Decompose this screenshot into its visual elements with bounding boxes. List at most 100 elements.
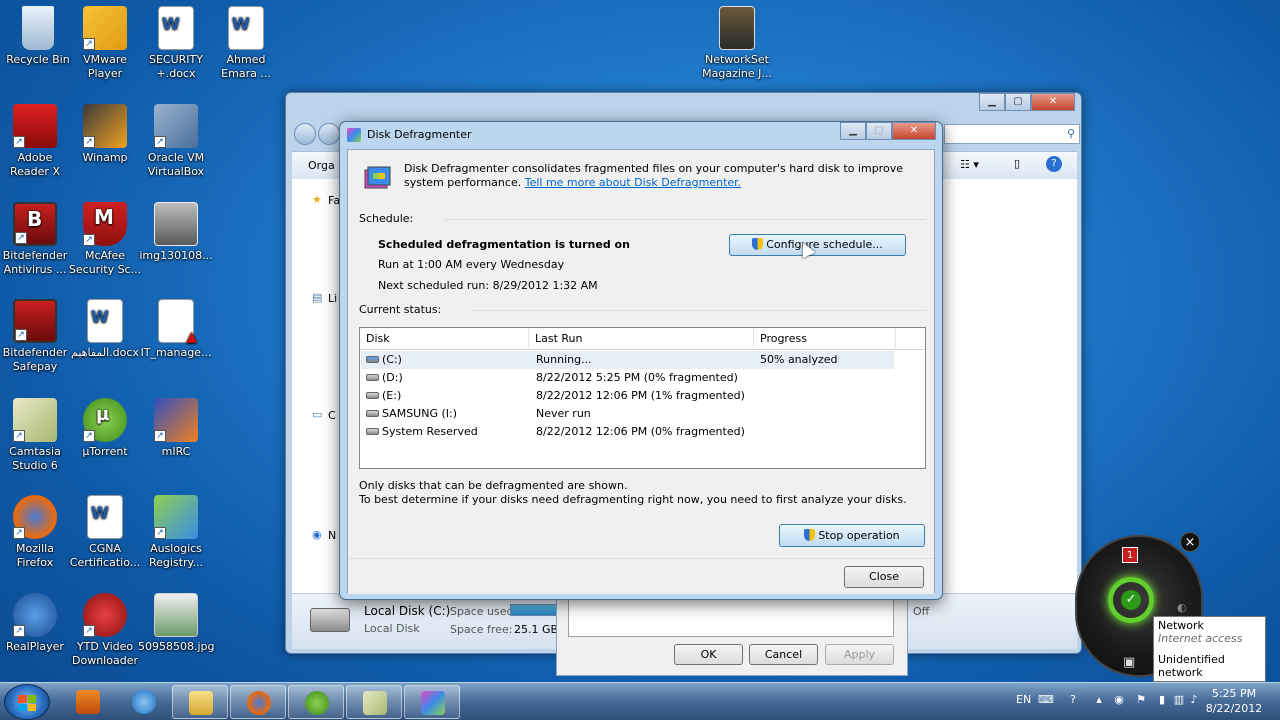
taskbar-disk-defragmenter[interactable]	[404, 685, 460, 719]
desktop-icon-winamp[interactable]: ↗ Winamp	[67, 104, 143, 165]
column-header-last-run[interactable]: Last Run	[529, 328, 754, 350]
dialog-client-area: Disk Defragmenter consolidates fragmente…	[347, 149, 935, 594]
table-row[interactable]: SAMSUNG (I:) Never run	[361, 405, 894, 423]
desktop-icon-realplayer[interactable]: ↗ RealPlayer	[0, 593, 73, 654]
drive-icon	[366, 410, 379, 417]
firefox-icon	[247, 691, 271, 715]
close-icon[interactable]: ✕	[892, 122, 936, 140]
battery-icon[interactable]: ▮	[1155, 693, 1169, 707]
close-button[interactable]: Close	[844, 566, 924, 588]
pdf-document-icon: ▲	[158, 299, 197, 344]
nav-network[interactable]: N	[328, 529, 336, 542]
desktop-icon-img130108[interactable]: img130108...	[138, 202, 214, 263]
configure-schedule-button[interactable]: Configure schedule...	[729, 234, 906, 256]
learn-more-link[interactable]: Tell me more about Disk Defragmenter.	[525, 176, 741, 189]
adobe-reader-icon: ↗	[13, 104, 57, 148]
desktop-icon-bitdefender-safepay[interactable]: ↗ Bitdefender Safepay	[0, 299, 73, 374]
desktop-icon-firefox[interactable]: ↗ Mozilla Firefox	[0, 495, 73, 570]
organize-button[interactable]: Orga	[308, 159, 335, 172]
desktop-icon-50958508[interactable]: 50958508.jpg	[138, 593, 215, 654]
apply-button[interactable]: Apply	[825, 644, 894, 665]
mcafee-shield-icon: M ↗	[83, 202, 127, 246]
vmware-icon: ↗	[83, 6, 127, 50]
word-document-icon: W	[87, 495, 123, 539]
desktop-icon-adobe-reader[interactable]: ↗ Adobe Reader X	[0, 104, 73, 179]
desktop-icon-camtasia[interactable]: ↗ Camtasia Studio 6	[0, 398, 73, 473]
disk-defragmenter-dialog[interactable]: Disk Defragmenter ▁ ▢ ✕ Disk Defragmente…	[339, 121, 943, 600]
desktop-icon-cgna[interactable]: W CGNA Certificatio...	[67, 495, 143, 570]
help-icon[interactable]: ?	[1066, 693, 1080, 707]
table-row[interactable]: (E:) 8/22/2012 12:06 PM (1% fragmented)	[361, 387, 894, 405]
taskbar-utorrent[interactable]	[288, 685, 344, 719]
disk-status-table[interactable]: Disk Last Run Progress (C:) Running... 5…	[359, 327, 926, 469]
desktop-icon-utorrent[interactable]: µ ↗ µTorrent	[67, 398, 143, 459]
table-scrollbar[interactable]	[894, 350, 925, 468]
search-box[interactable]: ⚲	[944, 124, 1080, 144]
desktop-icon-vmware-player[interactable]: ↗ VMware Player	[67, 6, 143, 81]
desktop-icon-auslogics[interactable]: ↗ Auslogics Registry...	[138, 495, 214, 570]
desktop-icon-recycle-bin[interactable]: Recycle Bin	[0, 6, 76, 67]
desktop-icon-mcafee[interactable]: M ↗ McAfee Security Sc...	[67, 202, 143, 277]
taskbar-internet-explorer[interactable]	[116, 685, 172, 719]
show-hidden-icons-icon[interactable]: ▴	[1092, 693, 1106, 707]
table-row[interactable]: (C:) Running... 50% analyzed	[361, 351, 894, 369]
table-row[interactable]: (D:) 8/22/2012 5:25 PM (0% fragmented)	[361, 369, 894, 387]
computer-icon: ▭	[312, 408, 323, 421]
taskbar-explorer[interactable]	[172, 685, 228, 719]
desktop-icon-security-docx[interactable]: W SECURITY +.docx	[138, 6, 214, 81]
check-icon: ✓	[1121, 590, 1141, 610]
desktop-icon-mirc[interactable]: ↗ mIRC	[138, 398, 214, 459]
pdf-document-icon	[719, 6, 755, 50]
language-indicator[interactable]: EN	[1016, 693, 1031, 706]
preview-pane-icon[interactable]: ▯	[1014, 157, 1020, 170]
winamp-icon: ↗	[83, 104, 127, 148]
back-button[interactable]	[294, 123, 316, 145]
view-options-icon[interactable]: ☷ ▾	[960, 158, 979, 171]
column-header-progress[interactable]: Progress	[754, 328, 896, 350]
space-used-label: Space used:	[450, 605, 518, 618]
cancel-button[interactable]: Cancel	[749, 644, 818, 665]
desktop-icon-arabic-docx[interactable]: W المفاهيم.docx	[67, 299, 143, 360]
taskbar-media-player[interactable]	[60, 685, 116, 719]
column-header-disk[interactable]: Disk	[360, 328, 529, 350]
forward-button[interactable]	[318, 123, 340, 145]
internet-explorer-icon	[132, 690, 156, 714]
maximize-button[interactable]: ▢	[1005, 93, 1031, 111]
taskbar-camtasia[interactable]	[346, 685, 402, 719]
stop-operation-button[interactable]: Stop operation	[779, 524, 925, 547]
desktop-icon-ytd[interactable]: ↗ YTD Video Downloader	[67, 593, 143, 668]
nav-computer[interactable]: C	[328, 409, 336, 422]
taskbar-clock[interactable]: 5:25 PM 8/22/2012	[1196, 686, 1272, 716]
properties-dialog[interactable]: OK Cancel Apply	[556, 590, 908, 676]
table-row[interactable]: System Reserved 8/22/2012 12:06 PM (0% f…	[361, 423, 894, 441]
desktop-icon-virtualbox[interactable]: ↗ Oracle VM VirtualBox	[138, 104, 214, 179]
action-center-flag-icon[interactable]: ⚑	[1134, 693, 1148, 707]
desktop-icon-it-manage[interactable]: ▲ IT_manage...	[138, 299, 214, 360]
network-icon[interactable]: ▥	[1172, 693, 1186, 707]
taskbar-firefox[interactable]	[230, 685, 286, 719]
schedule-label: Schedule:	[359, 212, 414, 225]
help-icon[interactable]: ?	[1046, 156, 1062, 172]
minimize-button[interactable]: ▁	[840, 122, 866, 140]
minimize-button[interactable]: ▁	[979, 93, 1005, 111]
gadget-network-icon[interactable]: ▣	[1123, 655, 1135, 670]
gadget-close-icon[interactable]: ×	[1180, 532, 1200, 552]
desktop-icon-bitdefender-antivirus[interactable]: B ↗ Bitdefender Antivirus ...	[0, 202, 73, 277]
tray-app-icon[interactable]: ◉	[1112, 693, 1126, 707]
nav-libraries[interactable]: Li	[328, 292, 337, 305]
close-button[interactable]: ✕	[1031, 93, 1075, 111]
desktop-icon-networkset-magazine[interactable]: NetworkSet Magazine J...	[699, 6, 775, 81]
dialog-footer: Close	[348, 558, 934, 594]
keyboard-icon[interactable]: ⌨	[1038, 693, 1054, 707]
table-header: Disk Last Run Progress	[360, 328, 925, 350]
start-button[interactable]	[4, 684, 50, 720]
dialog-title: Disk Defragmenter	[367, 128, 472, 141]
clock-time: 5:25 PM	[1211, 687, 1257, 700]
gadget-power-icon[interactable]: ◐	[1177, 601, 1187, 614]
ok-button[interactable]: OK	[674, 644, 743, 665]
network-status-popup: Network Internet access Unidentified net…	[1153, 616, 1266, 692]
maximize-button[interactable]: ▢	[866, 122, 892, 140]
desktop-icon-ahmed-emara[interactable]: W Ahmed Emara ...	[208, 6, 284, 81]
drive-icon	[366, 374, 379, 381]
dialog-titlebar[interactable]: Disk Defragmenter ▁ ▢ ✕	[340, 122, 942, 148]
